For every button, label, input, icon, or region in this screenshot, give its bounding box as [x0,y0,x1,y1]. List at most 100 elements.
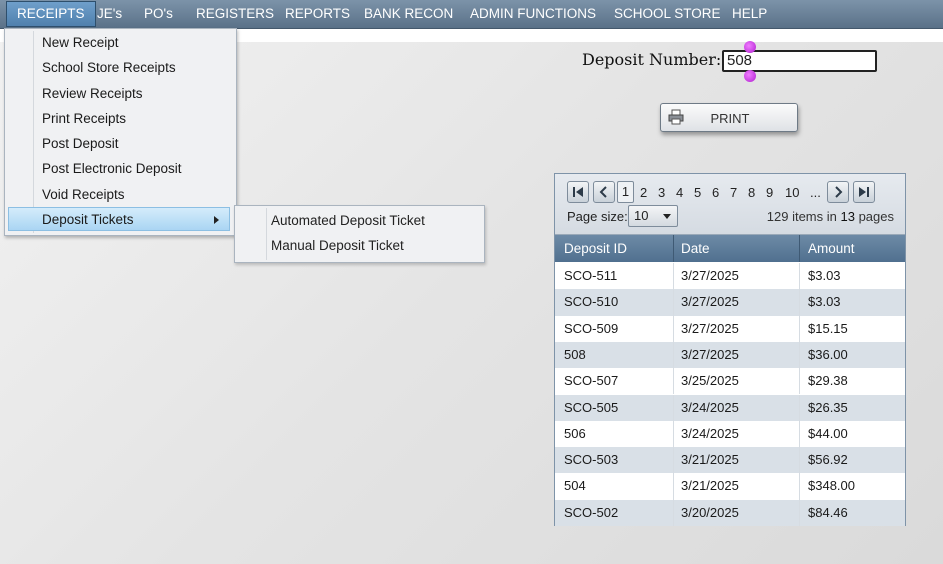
cell-deposit-id: SCO-511 [564,268,618,283]
cell-separator [799,447,800,474]
menu-item-void-receipts[interactable]: Void Receipts [42,183,125,207]
cell-separator [799,394,800,421]
cell-date: 3/21/2025 [681,452,739,468]
menu-reports[interactable]: REPORTS [285,0,350,28]
cell-amount: $36.00 [808,346,848,362]
items-count: 129 [766,209,789,224]
cell-date: 3/27/2025 [681,320,739,336]
menu-item-post-deposit[interactable]: Post Deposit [42,132,119,156]
menu-item-new-receipt[interactable]: New Receipt [42,31,119,55]
table-row[interactable]: SCO-505 3/24/2025 $26.35 [555,394,905,421]
cell-amount: $84.46 [808,504,848,520]
page-size-select[interactable]: 10 [628,205,678,227]
print-button-label: PRINT [710,111,750,126]
deposits-grid: 1 2 3 4 5 6 7 8 9 10 ... Page size: 10 1… [554,173,906,526]
menu-item-print-receipts[interactable]: Print Receipts [42,107,126,131]
column-header-amount[interactable]: Amount [808,235,855,262]
cell-separator [799,420,800,448]
cell-separator [673,473,674,500]
cell-date: 3/25/2025 [681,373,739,389]
page-9[interactable]: 9 [766,185,773,200]
page-7[interactable]: 7 [730,185,737,200]
table-row[interactable]: SCO-511 3/27/2025 $3.03 [555,263,905,290]
cell-separator [799,473,800,500]
text-selection-handle-bottom[interactable] [744,70,756,82]
cell-separator [673,447,674,474]
cell-deposit-id: SCO-502 [564,504,619,520]
menu-receipts[interactable]: RECEIPTS [6,1,96,27]
menu-item-manual-deposit-ticket[interactable]: Manual Deposit Ticket [271,234,404,258]
last-page-icon [859,187,869,197]
last-page-button[interactable] [853,181,875,203]
table-row[interactable]: 508 3/27/2025 $36.00 [555,341,905,369]
menu-gutter [33,31,34,233]
page-8[interactable]: 8 [748,185,755,200]
cell-amount: $44.00 [808,425,848,441]
cell-date: 3/24/2025 [681,399,739,415]
page-6[interactable]: 6 [712,185,719,200]
table-row[interactable]: SCO-502 3/20/2025 $84.46 [555,499,905,526]
page-1[interactable]: 1 [617,181,634,203]
cell-date: 3/27/2025 [681,294,739,310]
chevron-left-icon [599,186,607,198]
top-menu-bar: RECEIPTS JE's PO's REGISTERS REPORTS BAN… [0,0,943,29]
cell-amount: $29.38 [808,373,848,389]
menu-gutter [266,208,267,260]
menu-item-post-electronic-deposit[interactable]: Post Electronic Deposit [42,157,182,181]
cell-amount: $26.35 [808,399,848,415]
cell-deposit-id: 504 [564,478,586,494]
menu-item-review-receipts[interactable]: Review Receipts [42,82,143,106]
page-2[interactable]: 2 [640,185,647,200]
page-size-label: Page size: [567,209,628,224]
table-row[interactable]: SCO-510 3/27/2025 $3.03 [555,289,905,316]
table-row[interactable]: SCO-509 3/27/2025 $15.15 [555,315,905,342]
menu-item-school-store-receipts[interactable]: School Store Receipts [42,56,176,80]
table-row[interactable]: 504 3/21/2025 $348.00 [555,473,905,500]
cell-date: 3/24/2025 [681,425,739,441]
page-3[interactable]: 3 [658,185,665,200]
menu-jes[interactable]: JE's [97,0,122,28]
cell-amount: $56.92 [808,452,848,468]
cell-amount: $348.00 [808,478,855,494]
table-row[interactable]: SCO-507 3/25/2025 $29.38 [555,368,905,395]
first-page-icon [573,187,583,197]
menu-admin-functions[interactable]: ADMIN FUNCTIONS [470,0,596,28]
deposit-number-input[interactable]: 508 [722,50,877,72]
menu-school-store[interactable]: SCHOOL STORE [614,0,721,28]
table-row[interactable]: SCO-503 3/21/2025 $56.92 [555,447,905,474]
print-button[interactable]: PRINT [660,103,798,132]
page-5[interactable]: 5 [694,185,701,200]
next-page-button[interactable] [827,181,849,203]
table-row[interactable]: 506 3/24/2025 $44.00 [555,420,905,448]
cell-date: 3/27/2025 [681,346,739,362]
cell-deposit-id: SCO-509 [564,320,619,336]
cell-amount: $15.15 [808,320,848,336]
menu-help[interactable]: HELP [732,0,767,28]
cell-separator [673,263,674,290]
page-10[interactable]: 10 [785,185,799,200]
pager-info: 129 items in 13 pages [767,209,894,224]
cell-separator [799,263,800,290]
cell-date: 3/27/2025 [681,268,739,283]
column-header-deposit-id[interactable]: Deposit ID [564,235,627,262]
cell-separator [673,315,674,342]
dropdown-arrow-icon [663,214,671,219]
menu-item-automated-deposit-ticket[interactable]: Automated Deposit Ticket [271,209,425,233]
menu-registers[interactable]: REGISTERS [196,0,274,28]
prev-page-button[interactable] [593,181,615,203]
pages-text: pages [858,209,894,224]
cell-separator [673,289,674,316]
text-selection-handle-top[interactable] [744,41,756,53]
page-4[interactable]: 4 [676,185,683,200]
menu-bank-recon[interactable]: BANK RECON [364,0,453,28]
cell-amount: $3.03 [808,268,841,283]
column-header-date[interactable]: Date [681,235,710,262]
more-pages[interactable]: ... [810,185,821,200]
menu-pos[interactable]: PO's [144,0,173,28]
items-text: items in [792,209,837,224]
first-page-button[interactable] [567,181,589,203]
submenu-arrow-icon [214,216,219,224]
menu-item-deposit-tickets[interactable]: Deposit Tickets [8,207,230,231]
cell-deposit-id: SCO-510 [564,294,619,310]
receipts-dropdown-menu: New Receipt School Store Receipts Review… [4,28,237,236]
